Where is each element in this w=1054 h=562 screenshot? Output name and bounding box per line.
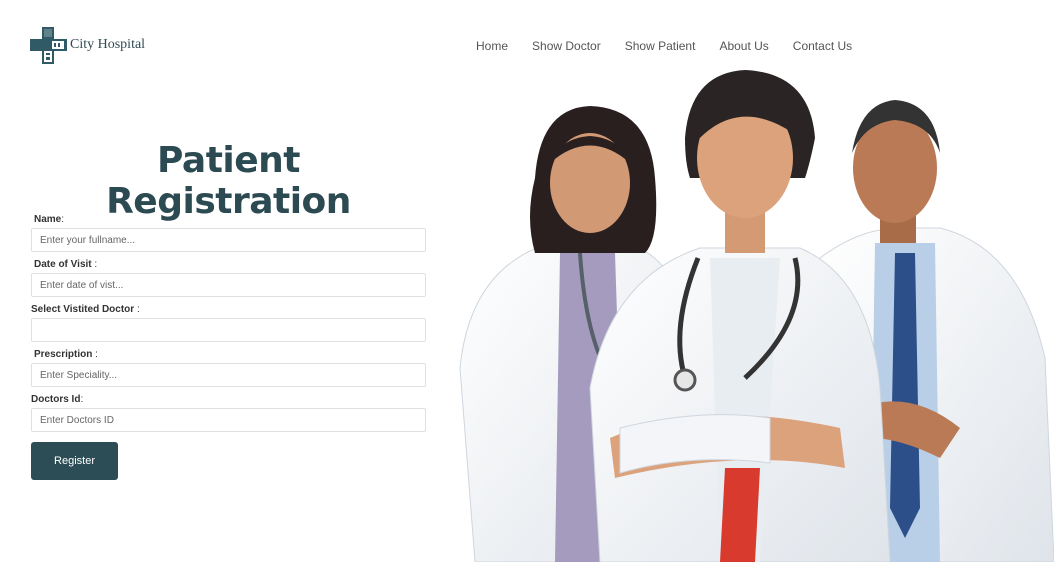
- prescription-label: Prescription :: [34, 349, 98, 360]
- doctors-id-label: Doctors Id:: [31, 394, 84, 405]
- name-field[interactable]: [31, 228, 426, 252]
- brand-name: City Hospital: [70, 37, 146, 52]
- nav-about-us[interactable]: About Us: [719, 39, 768, 53]
- doctors-id-field[interactable]: [31, 408, 426, 432]
- visited-doctor-label: Select Vistited Doctor :: [31, 304, 140, 315]
- date-of-visit-label: Date of Visit :: [34, 259, 98, 270]
- date-of-visit-field[interactable]: [31, 273, 426, 297]
- prescription-field[interactable]: [31, 363, 426, 387]
- visited-doctor-field[interactable]: [31, 318, 426, 342]
- main-nav: Home Show Doctor Show Patient About Us C…: [476, 39, 852, 53]
- hospital-cross-icon: [30, 27, 67, 64]
- name-label: Name:: [34, 214, 65, 225]
- register-button[interactable]: Register: [31, 442, 118, 480]
- nav-show-patient[interactable]: Show Patient: [625, 39, 696, 53]
- page-title: Patient Registration: [106, 140, 351, 222]
- brand-logo[interactable]: City Hospital: [30, 27, 145, 65]
- patient-registration-form: Name: Date of Visit : Select Vistited Do…: [31, 213, 426, 438]
- doctors-hero-image: [459, 70, 1054, 562]
- nav-show-doctor[interactable]: Show Doctor: [532, 39, 601, 53]
- nav-contact-us[interactable]: Contact Us: [793, 39, 852, 53]
- nav-home[interactable]: Home: [476, 39, 508, 53]
